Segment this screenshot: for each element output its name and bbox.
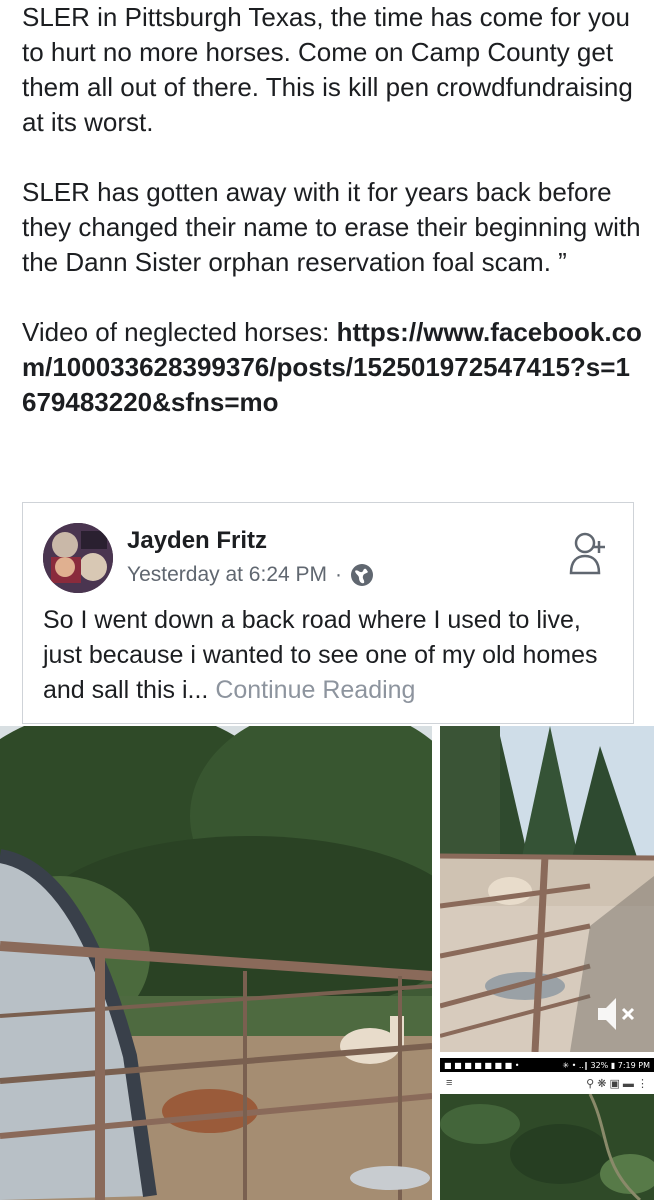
author-name[interactable]: Jayden Fritz	[127, 527, 267, 555]
meta-separator: ·	[335, 563, 343, 586]
map-tools-icons: ⚲ ❋ ▣ ▬ ⋮	[586, 1077, 648, 1090]
speaker-mute-icon[interactable]	[592, 990, 640, 1038]
post-paragraph-2: SLER has gotten away with it for years b…	[22, 177, 641, 277]
photo-grid: ■ ■ ■ ■ ■ ■ ■ • ✳ • ..∥ 32% ▮ 7:19 PM ≡ …	[0, 726, 654, 1200]
map-screenshot[interactable]: ■ ■ ■ ■ ■ ■ ■ • ✳ • ..∥ 32% ▮ 7:19 PM ≡ …	[440, 1058, 654, 1200]
shared-post-card[interactable]: Jayden Fritz Yesterday at 6:24 PM · So I…	[22, 502, 634, 724]
globe-icon	[351, 564, 374, 586]
status-bar: ■ ■ ■ ■ ■ ■ ■ • ✳ • ..∥ 32% ▮ 7:19 PM	[440, 1058, 654, 1072]
post-text: SLER in Pittsburgh Texas, the time has c…	[22, 0, 642, 420]
horse-photo-large[interactable]	[0, 726, 432, 1200]
continue-reading-link[interactable]: Continue Reading	[215, 676, 415, 704]
post-timestamp[interactable]: Yesterday at 6:24 PM	[127, 563, 327, 587]
add-friend-icon[interactable]	[569, 529, 609, 577]
shared-post-body: So I went down a back road where I used …	[43, 603, 617, 708]
status-right: ✳ • ..∥ 32% ▮ 7:19 PM	[562, 1060, 650, 1070]
video-prefix: Video of neglected horses:	[22, 317, 337, 347]
post-paragraph-1: SLER in Pittsburgh Texas, the time has c…	[22, 2, 633, 137]
menu-icon: ≡	[446, 1077, 453, 1089]
post-paragraph-3: Video of neglected horses: https://www.f…	[22, 315, 642, 420]
post-meta: Yesterday at 6:24 PM ·	[127, 563, 374, 587]
map-toolbar: ≡ ⚲ ❋ ▣ ▬ ⋮	[440, 1072, 654, 1094]
avatar[interactable]	[43, 523, 113, 593]
status-left: ■ ■ ■ ■ ■ ■ ■ •	[444, 1060, 520, 1070]
